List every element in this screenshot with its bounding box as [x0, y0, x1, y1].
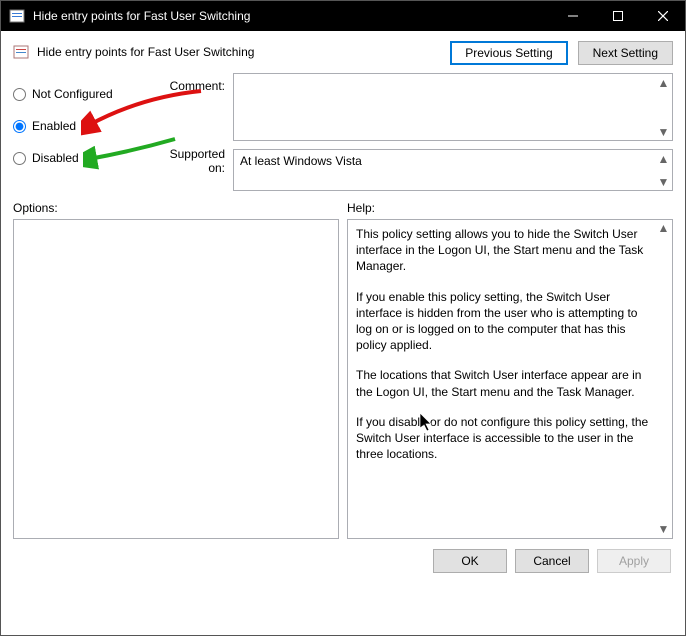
- help-paragraph: This policy setting allows you to hide t…: [356, 226, 654, 275]
- supported-on-textbox: At least Windows Vista ▲ ▼: [233, 149, 673, 191]
- policy-icon: [13, 44, 29, 60]
- previous-setting-button[interactable]: Previous Setting: [450, 41, 567, 65]
- help-paragraph: The locations that Switch User interface…: [356, 367, 654, 399]
- scroll-up-icon[interactable]: ▲: [655, 74, 672, 91]
- minimize-button[interactable]: [550, 1, 595, 31]
- radio-not-configured[interactable]: Not Configured: [13, 87, 153, 101]
- scroll-up-icon[interactable]: ▲: [655, 220, 672, 237]
- supported-on-label: Supported on:: [153, 147, 225, 175]
- ok-button[interactable]: OK: [433, 549, 507, 573]
- cancel-button[interactable]: Cancel: [515, 549, 589, 573]
- scroll-up-icon[interactable]: ▲: [655, 150, 672, 167]
- radio-label: Enabled: [32, 119, 76, 133]
- help-paragraph: If you disable or do not configure this …: [356, 414, 654, 463]
- window-title: Hide entry points for Fast User Switchin…: [25, 9, 550, 23]
- radio-enabled[interactable]: Enabled: [13, 119, 153, 133]
- page-title: Hide entry points for Fast User Switchin…: [37, 45, 450, 59]
- options-panel: [13, 219, 339, 539]
- help-paragraph: If you enable this policy setting, the S…: [356, 289, 654, 354]
- titlebar[interactable]: Hide entry points for Fast User Switchin…: [1, 1, 685, 31]
- scroll-down-icon[interactable]: ▼: [655, 173, 672, 190]
- comment-label: Comment:: [153, 79, 225, 147]
- radio-not-configured-input[interactable]: [13, 88, 26, 101]
- close-button[interactable]: [640, 1, 685, 31]
- options-label: Options:: [13, 201, 347, 215]
- maximize-button[interactable]: [595, 1, 640, 31]
- next-setting-button[interactable]: Next Setting: [578, 41, 673, 65]
- radio-enabled-input[interactable]: [13, 120, 26, 133]
- radio-label: Not Configured: [32, 87, 113, 101]
- scroll-down-icon[interactable]: ▼: [655, 521, 672, 538]
- apply-button: Apply: [597, 549, 671, 573]
- radio-disabled-input[interactable]: [13, 152, 26, 165]
- scroll-down-icon[interactable]: ▼: [655, 123, 672, 140]
- radio-disabled[interactable]: Disabled: [13, 151, 153, 165]
- supported-on-text: At least Windows Vista: [240, 154, 362, 168]
- radio-label: Disabled: [32, 151, 79, 165]
- help-label: Help:: [347, 201, 375, 215]
- comment-textbox[interactable]: ▲ ▼: [233, 73, 673, 141]
- policy-icon: [9, 8, 25, 24]
- help-panel: This policy setting allows you to hide t…: [347, 219, 673, 539]
